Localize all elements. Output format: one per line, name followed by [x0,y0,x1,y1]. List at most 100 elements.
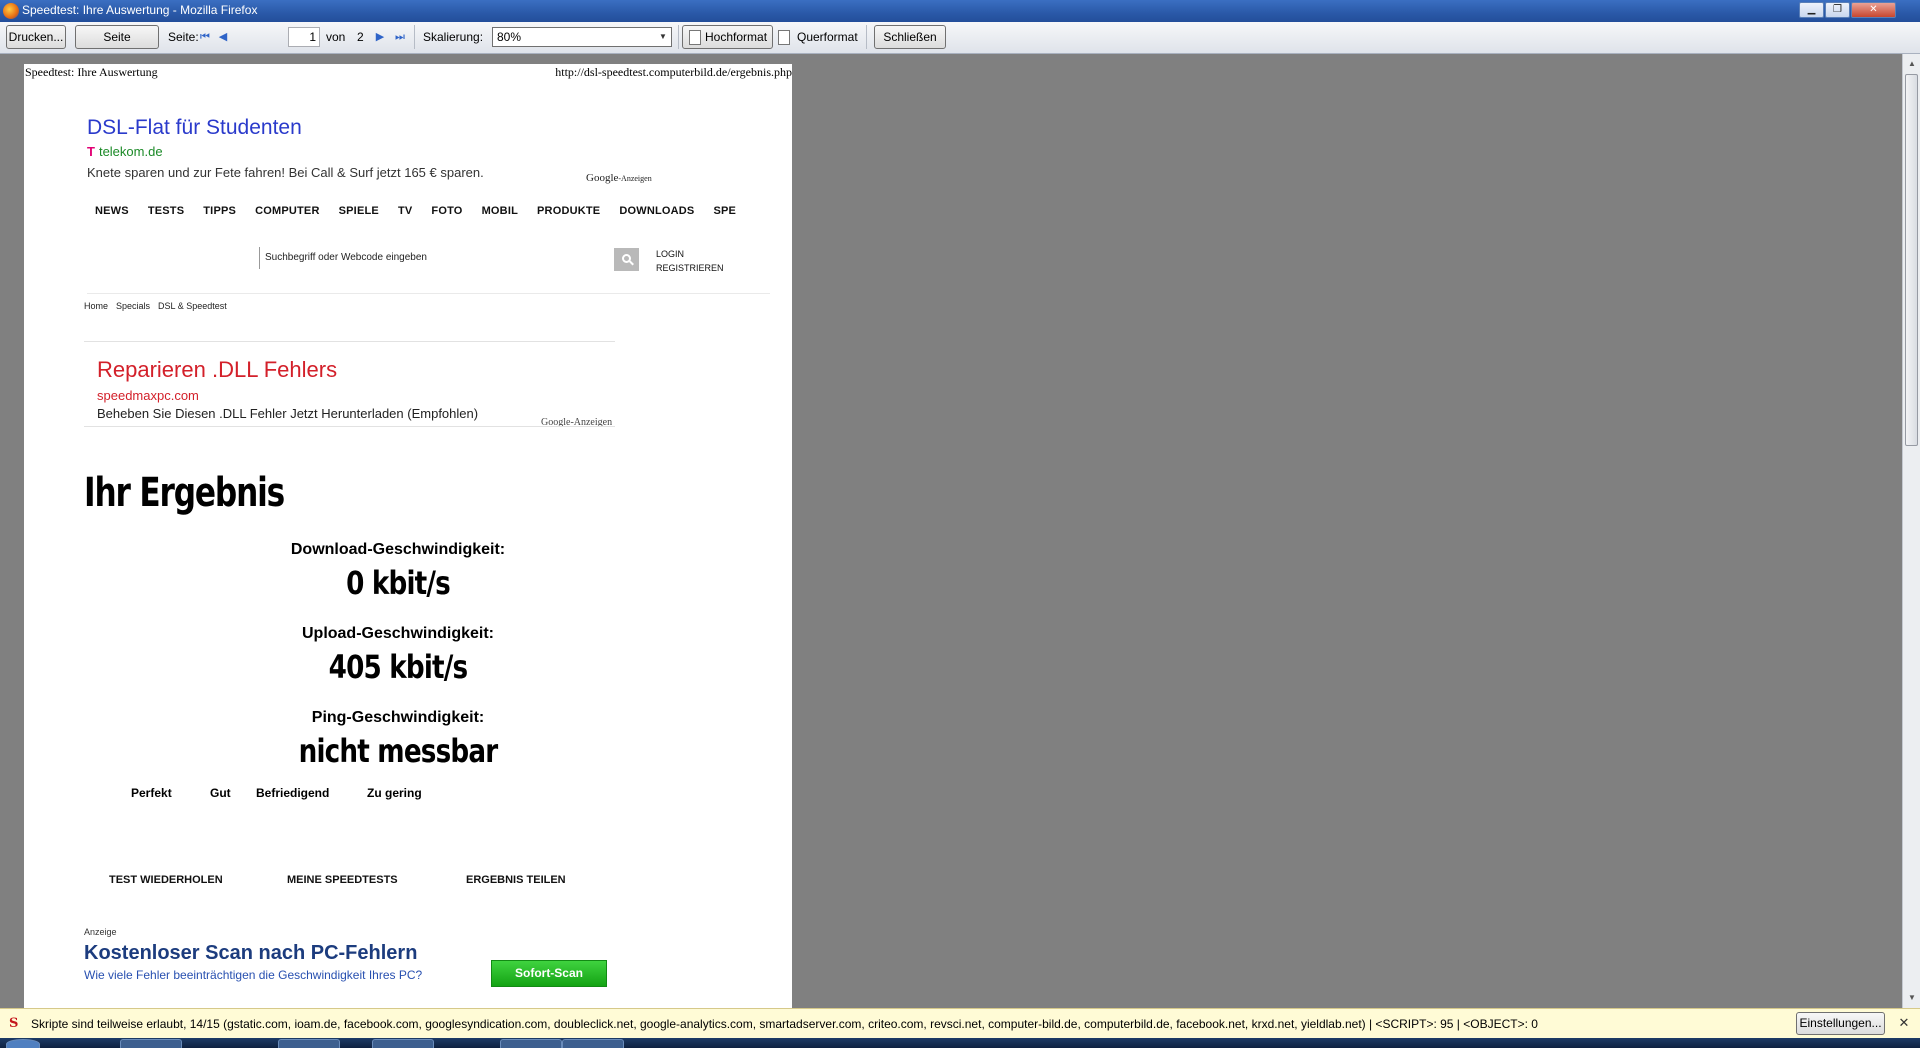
google-ads-suffix: -Anzeigen [618,174,652,183]
taskbar-item[interactable] [120,1039,182,1048]
print-button[interactable]: Drucken... [6,25,66,49]
print-page: Speedtest: Ihre Auswertung http://dsl-sp… [24,64,792,1008]
search-button[interactable] [614,248,639,271]
close-icon[interactable]: ✕ [1897,1016,1911,1030]
landscape-page-icon[interactable] [778,30,790,45]
print-header-title: Speedtest: Ihre Auswertung [25,65,158,79]
scale-value: 80% [497,30,522,44]
ping-value: nicht messbar [298,732,499,770]
noscript-notification-bar: S Skripte sind teilweise erlaubt, 14/15 … [0,1008,1920,1038]
ad3-label: Anzeige [84,927,117,937]
rating-befriedigend: Befriedigend [256,786,330,800]
prev-page-icon[interactable]: ◀ [216,31,230,43]
page-number-input[interactable]: 1 [288,27,320,47]
nav-item-downloads[interactable]: DOWNLOADS [619,205,694,217]
nav-item-computer[interactable]: COMPUTER [255,205,320,217]
my-speedtests-button[interactable]: MEINE SPEEDTESTS [287,874,398,886]
nav-item-tipps[interactable]: TIPPS [203,205,236,217]
ad2-url[interactable]: speedmaxpc.com [97,388,199,403]
taskbar-item[interactable] [278,1039,340,1048]
scroll-down-icon[interactable]: ▼ [1906,992,1918,1004]
breadcrumb-home[interactable]: Home [84,301,108,311]
window-title-bar: Speedtest: Ihre Auswertung - Mozilla Fir… [0,0,1920,22]
vertical-scrollbar[interactable]: ▲ ▼ [1902,54,1920,1008]
taskbar-item[interactable] [562,1039,624,1048]
download-value: 0 kbit/s [346,564,451,602]
google-ads-label[interactable]: Google-Anzeigen [586,172,652,184]
ad2-title-link[interactable]: Reparieren .DLL Fehlers [97,357,337,383]
ad1-url[interactable]: Ttelekom.de [87,144,163,159]
firefox-icon [3,3,19,19]
google-label: Google [586,172,619,184]
breadcrumb-specials[interactable]: Specials [116,301,150,311]
nav-item-produkte[interactable]: PRODUKTE [537,205,600,217]
print-preview-area: Speedtest: Ihre Auswertung http://dsl-sp… [0,54,1902,1008]
page-setup-button[interactable]: Seite einrichten... [75,25,159,66]
scrollbar-thumb[interactable] [1905,74,1918,446]
scroll-up-icon[interactable]: ▲ [1906,58,1918,70]
windows-taskbar [0,1038,1920,1048]
first-page-icon[interactable]: ⏮ [198,31,212,43]
portrait-label: Hochformat [705,30,768,44]
next-page-icon[interactable]: ▶ [373,31,387,43]
login-link[interactable]: LOGIN [656,247,724,261]
nav-item-mobil[interactable]: MOBIL [482,205,518,217]
taskbar-item[interactable] [372,1039,434,1048]
ad3-title-link[interactable]: Kostenloser Scan nach PC-Fehlern [84,942,417,965]
scale-label: Skalierung: [423,30,484,44]
close-window-button[interactable]: ✕ [1851,2,1896,18]
sofort-scan-button[interactable]: Sofort-Scan [491,960,607,987]
repeat-test-button[interactable]: TEST WIEDERHOLEN [109,874,223,886]
download-label: Download-Geschwindigkeit: [290,541,506,558]
nav-item-foto[interactable]: FOTO [431,205,462,217]
toolbar-separator [678,25,679,49]
print-preview-toolbar: Drucken... Seite einrichten... Seite: ⏮ … [0,22,1920,66]
ad1-title-link[interactable]: DSL-Flat für Studenten [87,116,302,140]
rating-scale: Perfekt Gut Befriedigend Zu gering [131,786,422,800]
magnifier-handle [629,260,634,266]
nav-item-spiele[interactable]: SPIELE [339,205,379,217]
nav-item-tv[interactable]: TV [398,205,412,217]
chevron-down-icon: ▼ [659,32,667,41]
toolbar-separator [866,25,867,49]
main-nav: NEWS TESTS TIPPS COMPUTER SPIELE TV FOTO MOBIL P… [95,201,770,219]
toolbar-separator [414,25,415,49]
result-heading: Ihr Ergebnis [84,470,285,516]
page-total: 2 [357,30,364,44]
search-input[interactable]: Suchbegriff oder Webcode eingeben [259,247,591,269]
rating-perfekt: Perfekt [131,786,172,800]
minimize-button[interactable]: ▁ [1799,2,1824,18]
last-page-icon[interactable]: ⏭ [393,31,407,43]
landscape-label[interactable]: Querformat [797,30,858,44]
noscript-message: Skripte sind teilweise erlaubt, 14/15 (g… [31,1017,1538,1031]
ad2-description: Beheben Sie Diesen .DLL Fehler Jetzt Her… [97,406,479,421]
nav-item-tests[interactable]: TESTS [148,205,184,217]
ad3-description[interactable]: Wie viele Fehler beeinträchtigen die Ges… [84,968,422,982]
breadcrumb: Home Specials DSL & Speedtest [84,301,235,311]
start-button[interactable] [6,1039,40,1048]
ad1-url-text: telekom.de [98,144,163,159]
ad1-description: Knete sparen und zur Fete fahren! Bei Ca… [87,165,484,180]
portrait-toggle[interactable]: Hochformat [682,25,773,49]
noscript-settings-button[interactable]: Einstellungen... [1796,1012,1885,1035]
ad2-google-label[interactable]: Google-Anzeigen [541,417,612,426]
scale-select[interactable]: 80% ▼ [492,27,672,47]
close-preview-button[interactable]: Schließen [874,25,946,49]
taskbar-item[interactable] [500,1039,562,1048]
nav-item-news[interactable]: NEWS [95,205,129,217]
page-label: Seite: [168,30,199,44]
ping-label: Ping-Geschwindigkeit: [311,709,485,726]
nav-item-specials[interactable]: SPE [713,205,736,217]
noscript-icon[interactable]: S [9,1017,23,1031]
upload-value: 405 kbit/s [328,648,469,686]
share-result-button[interactable]: ERGEBNIS TEILEN [466,874,566,886]
breadcrumb-dsl-speedtest[interactable]: DSL & Speedtest [158,301,227,311]
register-link[interactable]: REGISTRIEREN [656,261,724,275]
search-row: Suchbegriff oder Webcode eingeben LOGIN … [87,227,770,294]
maximize-button[interactable]: ❐ [1825,2,1850,18]
page-of-label: von [326,30,346,44]
rating-zu-gering: Zu gering [367,786,422,800]
rating-gut: Gut [210,786,231,800]
portrait-page-icon [689,30,701,45]
window-title: Speedtest: Ihre Auswertung - Mozilla Fir… [22,3,258,17]
